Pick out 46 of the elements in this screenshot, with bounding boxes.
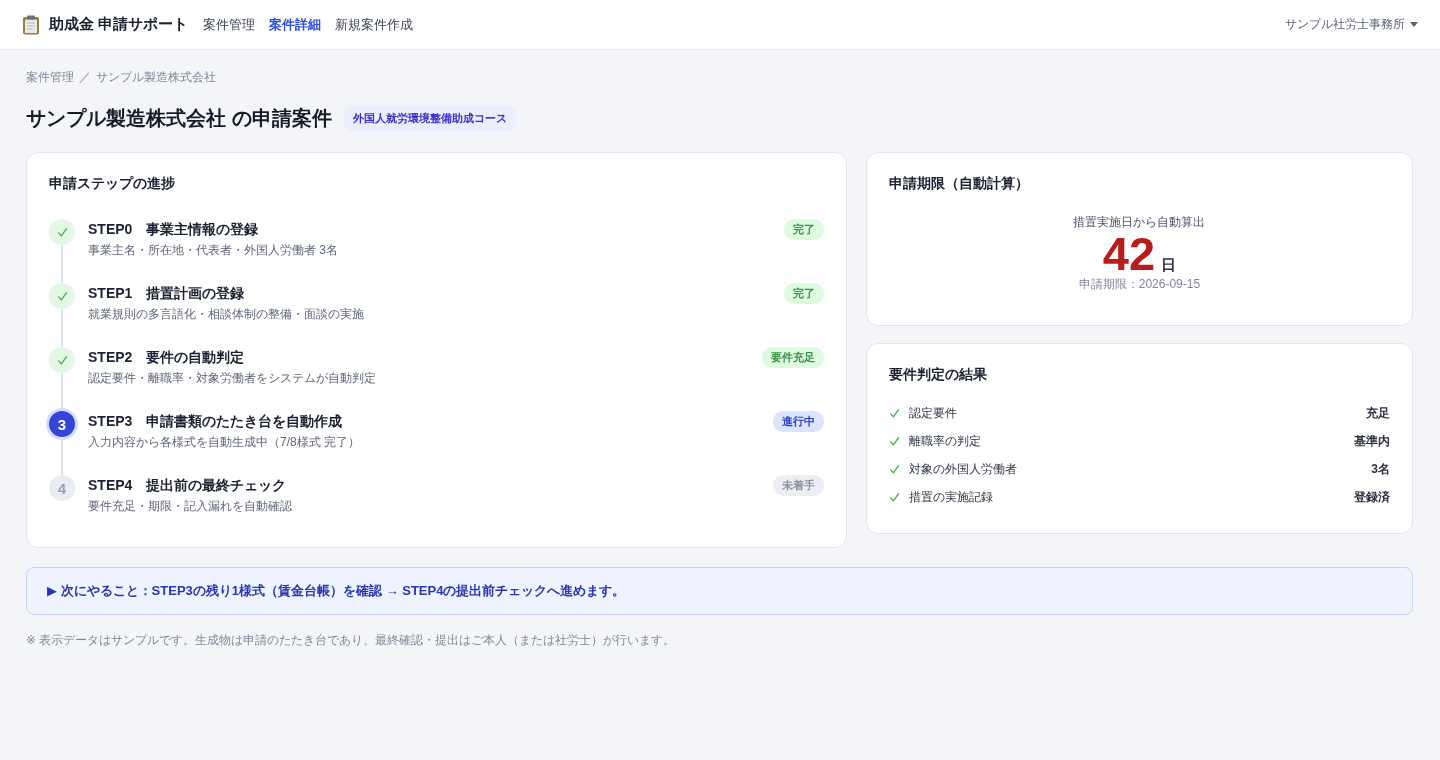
card-title: 申請ステップの進捗 <box>49 174 176 192</box>
nav-link[interactable]: 案件管理 <box>203 15 256 34</box>
result-label: 離職率の判定 <box>908 432 981 450</box>
status-badge: 未着手 <box>772 475 824 496</box>
step-number: 3 <box>49 411 75 437</box>
step-title: STEP2 要件の自動判定 <box>88 348 246 366</box>
result-value: 3名 <box>1371 460 1390 478</box>
result-value: 充足 <box>1366 404 1390 422</box>
breadcrumb-current: サンプル製造株式会社 <box>96 69 216 86</box>
next-step-text: ▶ 次にやること：STEP3の残り1様式（賃金台帳）を確認 → STEP4の提出前チェックへ進めます。 <box>47 582 626 600</box>
caret-icon <box>1410 22 1418 27</box>
breadcrumb-link[interactable]: 案件管理 <box>26 69 74 86</box>
step-title: STEP0 事業主情報の登録 <box>88 220 260 238</box>
days-unit: 日 <box>1161 256 1177 275</box>
step-description: 認定要件・離職率・対象労働者をシステムが自動判定 <box>88 370 377 387</box>
result-label: 措置の実施記録 <box>908 488 993 506</box>
nav-link[interactable]: 案件詳細 <box>269 15 322 34</box>
course-tag: 外国人就労環境整備助成コース <box>343 106 516 131</box>
days-remaining: 42 <box>1102 229 1156 279</box>
step-description: 要件充足・期限・記入漏れを自動確認 <box>88 498 293 515</box>
step-description: 就業規則の多言語化・相談体制の整備・面談の実施 <box>88 306 365 323</box>
account-menu[interactable]: サンプル社労士事務所 <box>1285 14 1418 35</box>
nav-link[interactable]: 新規案件作成 <box>335 15 414 34</box>
page-title: サンプル製造株式会社 の申請案件 <box>26 106 332 131</box>
step-number: 4 <box>49 475 75 501</box>
due-date: 申請期限：2026-09-15 <box>1078 276 1201 293</box>
step-title: STEP4 提出前の最終チェック <box>88 476 288 494</box>
result-value: 登録済 <box>1354 488 1390 506</box>
step-description: 事業主名・所在地・代表者・外国人労働者 3名 <box>88 242 339 259</box>
step-title: STEP3 申請書類のたたき台を自動作成 <box>88 412 344 430</box>
step-title: STEP1 措置計画の登録 <box>88 284 246 302</box>
result-label: 対象の外国人労働者 <box>908 460 1017 478</box>
step-description: 入力内容から各様式を自動生成中（7/8様式 完了） <box>88 434 361 451</box>
status-badge: 要件充足 <box>761 347 824 368</box>
result-label: 認定要件 <box>908 404 957 422</box>
result-value: 基準内 <box>1354 432 1390 450</box>
status-badge: 完了 <box>783 283 824 304</box>
breadcrumb-separator: ／ <box>79 69 91 86</box>
status-badge: 進行中 <box>772 411 824 432</box>
card-title: 申請期限（自動計算） <box>888 174 1030 192</box>
card-title: 要件判定の結果 <box>888 365 988 383</box>
deadline-caption: 措置実施日から自動算出 <box>1073 214 1206 231</box>
footnote: ※ 表示データはサンプルです。生成物は申請のたたき台であり、最終確認・提出はご本人（または社労士）が行います。 <box>26 632 677 649</box>
status-badge: 完了 <box>783 219 824 240</box>
app-title: 助成金 申請サポート <box>49 15 189 34</box>
clipboard-icon <box>22 14 40 35</box>
